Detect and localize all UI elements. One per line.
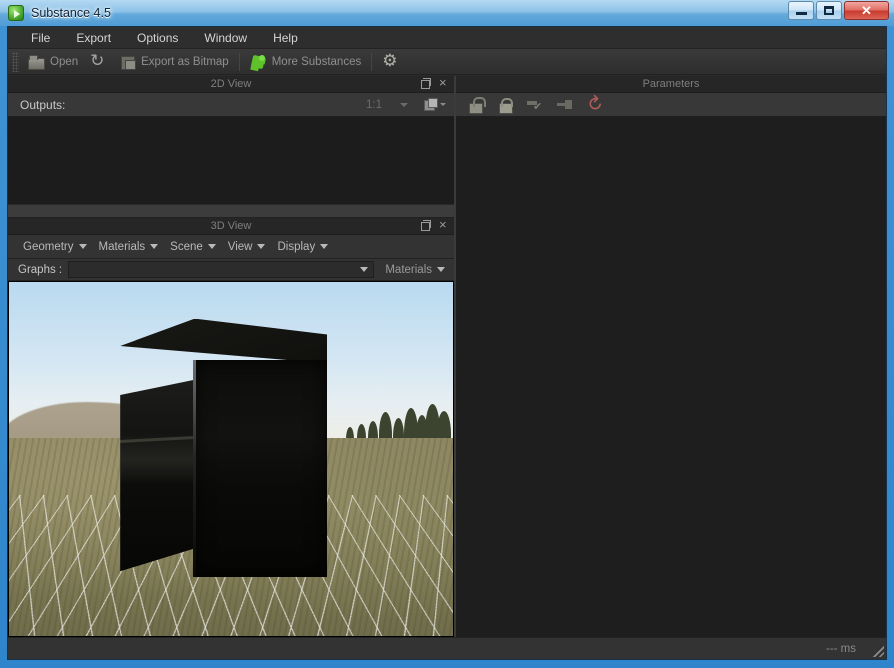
maximize-button[interactable] <box>816 1 842 20</box>
menu-geometry-label: Geometry <box>23 240 74 253</box>
window-controls: ✕ <box>788 1 889 20</box>
zoom-ratio-label: 1:1 <box>366 98 382 111</box>
graphs-label: Graphs : <box>18 263 63 276</box>
chevron-down-icon <box>437 267 445 272</box>
window-frame: Substance 4.5 ✕ File Export Options Wind… <box>0 0 894 668</box>
open-button-label: Open <box>50 55 79 68</box>
menu-file[interactable]: File <box>18 28 63 48</box>
minimize-button[interactable] <box>788 1 814 20</box>
parameters-content[interactable] <box>456 117 886 637</box>
title-bar: Substance 4.5 ✕ <box>0 0 894 26</box>
title-bar-left: Substance 4.5 <box>8 0 111 26</box>
window-title: Substance 4.5 <box>31 6 111 20</box>
chevron-down-icon <box>360 267 369 272</box>
preferences-button[interactable] <box>376 51 405 73</box>
menu-window[interactable]: Window <box>191 28 260 48</box>
menu-bar: File Export Options Window Help <box>8 27 886 49</box>
graphs-select[interactable] <box>68 261 375 278</box>
cube-mesh[interactable] <box>115 313 374 591</box>
close-icon[interactable] <box>437 217 449 233</box>
right-dock-column: Parameters <box>456 76 886 637</box>
view-mode-icon <box>424 98 438 111</box>
refresh-button[interactable] <box>84 51 113 73</box>
panel-parameters-titlebar: Parameters <box>456 76 886 93</box>
menu-options[interactable]: Options <box>124 28 191 48</box>
panel-parameters-title: Parameters <box>642 78 700 90</box>
menu-view-label: View <box>227 240 253 253</box>
panel-3d-view-titlebar: 3D View <box>8 217 454 235</box>
float-icon[interactable] <box>419 219 431 233</box>
puzzle-piece-icon <box>250 54 267 70</box>
unlock-icon[interactable] <box>466 96 486 114</box>
menu-materials-label: Materials <box>98 240 146 253</box>
status-bar: --- ms <box>8 637 886 659</box>
close-button[interactable]: ✕ <box>844 1 889 20</box>
menu-materials[interactable]: Materials <box>94 239 164 255</box>
menu-display[interactable]: Display <box>272 239 333 255</box>
cube-left-face <box>120 379 196 572</box>
menu-display-label: Display <box>277 240 316 253</box>
chevron-down-icon <box>320 244 329 249</box>
chevron-down-icon <box>78 244 87 249</box>
panel-3d-view-buttons <box>419 217 449 233</box>
more-substances-label: More Substances <box>271 55 362 68</box>
link-tag-icon[interactable] <box>556 96 574 114</box>
render-time-label: --- ms <box>825 642 856 655</box>
panel-2d-view-title: 2D View <box>210 78 252 90</box>
gear-icon <box>382 51 399 71</box>
link-check-icon[interactable] <box>526 96 544 114</box>
horizontal-splitter[interactable] <box>8 204 454 218</box>
export-bitmap-icon <box>119 54 137 70</box>
menu-help[interactable]: Help <box>260 28 311 48</box>
cube-front-face <box>192 360 328 577</box>
panel-2d-view-titlebar: 2D View <box>8 75 454 93</box>
viewport-3d[interactable] <box>8 281 454 637</box>
graphs-row: Graphs : Materials <box>8 259 454 281</box>
chevron-down-icon <box>150 244 159 249</box>
panel-3d-view: 3D View Geometry Materials <box>8 217 454 637</box>
maximize-icon <box>824 6 834 15</box>
refresh-icon <box>90 51 107 71</box>
left-dock-column: 2D View Outputs: 1:1 <box>8 75 454 637</box>
panel-2d-view: 2D View Outputs: 1:1 <box>8 75 454 204</box>
cube-specular-highlight <box>192 360 196 577</box>
toolbar-grip[interactable] <box>12 51 19 72</box>
reset-refresh-icon[interactable] <box>586 96 604 114</box>
outputs-label: Outputs: <box>20 97 66 112</box>
panel-2d-view-buttons <box>419 75 449 91</box>
open-button[interactable]: Open <box>22 51 84 73</box>
menubar-3d-view: Geometry Materials Scene View Display <box>8 235 454 259</box>
materials-dropdown[interactable]: Materials <box>380 264 450 276</box>
menu-scene[interactable]: Scene <box>165 239 221 255</box>
toolbar-parameters <box>456 93 886 117</box>
menu-geometry[interactable]: Geometry <box>18 239 92 255</box>
menu-export[interactable]: Export <box>63 28 124 48</box>
main-toolbar: Open Export as Bitmap More Substances <box>8 49 886 75</box>
zoom-dropdown-caret-icon[interactable] <box>400 102 408 107</box>
more-substances-button[interactable]: More Substances <box>244 51 368 73</box>
client-area: File Export Options Window Help Open Exp… <box>7 26 887 660</box>
chevron-down-icon <box>257 244 266 249</box>
lock-icon[interactable] <box>496 96 514 114</box>
substance-logo-icon <box>8 5 24 21</box>
export-as-bitmap-button[interactable]: Export as Bitmap <box>113 51 235 73</box>
resize-grip-icon[interactable] <box>870 643 884 657</box>
close-icon[interactable] <box>437 75 449 91</box>
chevron-down-icon <box>440 103 446 106</box>
menu-scene-label: Scene <box>170 240 203 253</box>
float-icon[interactable] <box>419 77 431 91</box>
chevron-down-icon <box>207 244 216 249</box>
toolbar-2d-view: Outputs: 1:1 <box>8 93 454 117</box>
workspace: 2D View Outputs: 1:1 <box>8 75 886 637</box>
toolbar-separator-2 <box>371 52 373 71</box>
toolbar-separator-1 <box>238 52 240 71</box>
panel-3d-view-title: 3D View <box>210 220 252 232</box>
folder-open-icon <box>28 54 45 70</box>
minimize-icon <box>795 12 807 15</box>
export-as-bitmap-label: Export as Bitmap <box>141 55 229 68</box>
menu-view[interactable]: View <box>223 239 271 255</box>
canvas-2d-view[interactable] <box>8 117 454 204</box>
view-mode-button[interactable] <box>424 98 446 111</box>
materials-dropdown-label: Materials <box>385 263 432 276</box>
